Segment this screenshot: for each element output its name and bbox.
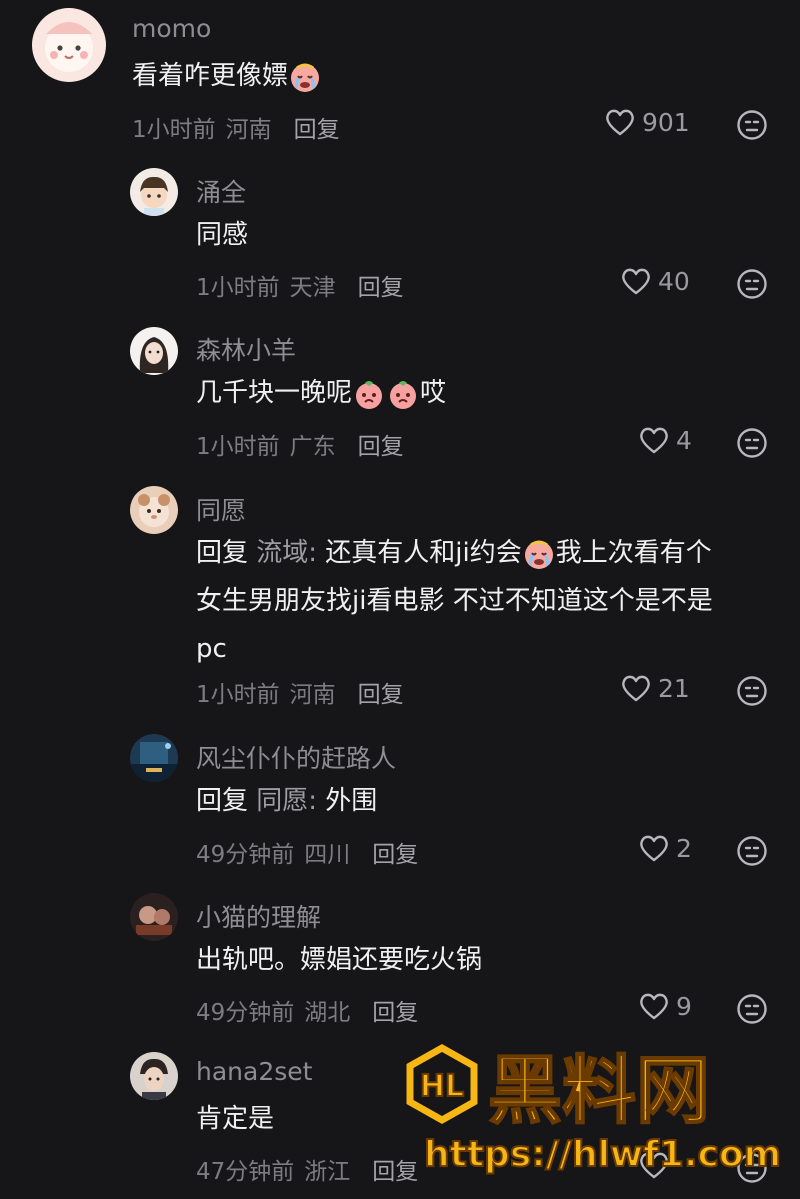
comment-meta: 49分钟前 湖北 回复	[196, 993, 418, 1027]
comment-time: 1小时前	[132, 117, 216, 143]
comment-author[interactable]: 森林小羊	[196, 331, 296, 367]
meh-face-icon[interactable]	[736, 427, 768, 459]
like-count: 4	[676, 425, 692, 455]
like-button[interactable]: 9	[638, 991, 692, 1021]
comment-meta: 1小时前 河南 回复	[132, 110, 340, 144]
meh-face-icon[interactable]	[736, 268, 768, 300]
comment-time: 49分钟前	[196, 1000, 295, 1026]
reply-button[interactable]: 回复	[358, 434, 404, 460]
comment-location: 河南	[225, 117, 272, 143]
watermark-logo-icon: HL	[406, 1043, 478, 1125]
comment-meta: 1小时前 广东 回复	[196, 427, 404, 461]
comment-text: 同感	[196, 220, 249, 250]
comment-location: 广东	[289, 434, 336, 460]
avatar[interactable]	[130, 486, 178, 534]
meh-face-icon[interactable]	[736, 109, 768, 141]
crying-emoji-icon	[291, 63, 320, 92]
like-count: 9	[676, 991, 692, 1021]
comment-location: 天津	[289, 275, 336, 301]
avatar[interactable]	[130, 893, 178, 941]
comment-text: 回复 同愿: 外围	[196, 786, 378, 816]
comment-author[interactable]: momo	[132, 14, 211, 43]
peach-emoji-icon	[356, 380, 383, 409]
comment-location: 浙江	[304, 1159, 351, 1185]
comment-author[interactable]: 小猫的理解	[196, 898, 321, 934]
avatar[interactable]	[32, 8, 106, 82]
comment-meta: 47分钟前 浙江 回复	[196, 1152, 418, 1186]
avatar[interactable]	[130, 734, 178, 782]
reply-button[interactable]: 回复	[372, 1000, 418, 1026]
comment-meta: 49分钟前 四川 回复	[196, 835, 418, 869]
avatar[interactable]	[130, 168, 178, 216]
watermark-logo-text: HL	[420, 1069, 464, 1104]
like-button[interactable]: 4	[638, 425, 692, 455]
meh-face-icon[interactable]	[736, 675, 768, 707]
avatar[interactable]	[130, 327, 178, 375]
reply-button[interactable]: 回复	[358, 275, 404, 301]
heart-outline-icon	[640, 835, 668, 862]
comment-text: 出轨吧。嫖娼还要吃火锅	[196, 945, 483, 975]
comment-text: 回复 流域: 还真有人和ji约会 我上次看有个 女生男朋友找ji看电影 不过不知道…	[196, 529, 764, 673]
heart-outline-icon	[640, 993, 668, 1020]
like-button[interactable]: 40	[620, 266, 690, 296]
reply-button[interactable]: 回复	[358, 682, 404, 708]
watermark: HL 黑料网 https://hlwf1.com	[406, 1043, 782, 1176]
like-button[interactable]: 2	[638, 833, 692, 863]
like-button[interactable]: 21	[620, 673, 690, 703]
mention-link[interactable]: 流域:	[256, 538, 317, 568]
comment-meta: 1小时前 河南 回复	[196, 675, 404, 709]
comment-location: 四川	[304, 842, 351, 868]
comment-author[interactable]: 风尘仆仆的赶路人	[196, 739, 396, 775]
comment-text: 几千块一晚呢哎	[196, 369, 764, 417]
heart-outline-icon	[606, 109, 634, 136]
comment-text-line: 回复 流域: 还真有人和ji约会 我上次看有个	[196, 529, 764, 577]
comment-text: 看着咋更像嫖	[132, 52, 764, 100]
heart-outline-icon	[622, 675, 650, 702]
heart-outline-icon	[622, 268, 650, 295]
comment-time: 1小时前	[196, 275, 280, 301]
like-count: 21	[658, 673, 690, 703]
like-count: 40	[658, 266, 690, 296]
reply-button[interactable]: 回复	[294, 117, 340, 143]
peach-emoji-icon	[390, 380, 417, 409]
watermark-brand: 黑料网	[488, 1048, 710, 1134]
crying-emoji-icon	[524, 540, 553, 569]
comment-time: 1小时前	[196, 434, 280, 460]
watermark-url: https://hlwf1.com	[424, 1134, 781, 1175]
comment-location: 河南	[289, 682, 336, 708]
heart-outline-icon	[640, 427, 668, 454]
mention-link[interactable]: 同愿:	[256, 786, 317, 816]
reply-button[interactable]: 回复	[372, 842, 418, 868]
comment-time: 47分钟前	[196, 1159, 295, 1185]
meh-face-icon[interactable]	[736, 835, 768, 867]
avatar[interactable]	[130, 1052, 178, 1100]
comment-text-line: pc	[196, 634, 227, 664]
comment-time: 49分钟前	[196, 842, 295, 868]
comment-time: 1小时前	[196, 682, 280, 708]
comment-author[interactable]: 同愿	[196, 491, 246, 527]
like-button[interactable]: 901	[604, 107, 690, 137]
comment-meta: 1小时前 天津 回复	[196, 268, 404, 302]
comment-location: 湖北	[304, 1000, 351, 1026]
comment-author[interactable]: hana2set	[196, 1057, 312, 1086]
like-count: 2	[676, 833, 692, 863]
meh-face-icon[interactable]	[736, 993, 768, 1025]
comment-text-line: 女生男朋友找ji看电影 不过不知道这个是不是	[196, 586, 713, 616]
like-count: 901	[642, 107, 690, 137]
comment-author[interactable]: 涌全	[196, 173, 246, 209]
